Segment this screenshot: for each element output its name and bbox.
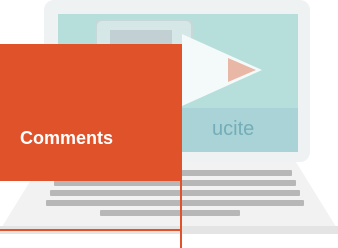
accent-line-horizontal — [0, 229, 182, 231]
comments-label: Comments — [20, 128, 114, 148]
accent-line-vertical — [180, 181, 182, 248]
comments-panel: Comments — [0, 44, 182, 181]
brand-partial-text: ucite — [212, 118, 255, 140]
